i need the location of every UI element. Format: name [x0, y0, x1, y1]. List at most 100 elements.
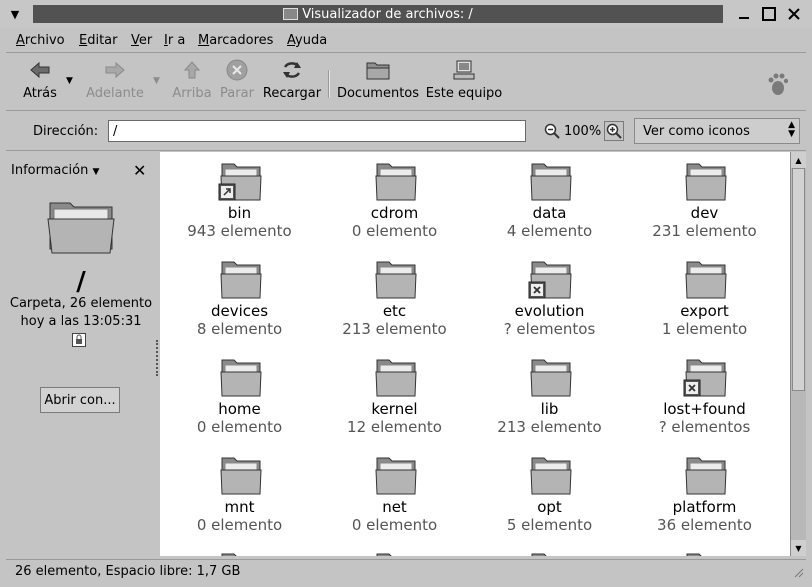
- file-item-count: 1 elemento: [661, 320, 748, 338]
- reload-button[interactable]: Recargar: [260, 54, 324, 110]
- zoom-in-button[interactable]: [604, 121, 624, 141]
- folder-icon: [374, 359, 417, 397]
- zoom-out-icon[interactable]: [544, 123, 560, 139]
- documents-folder-icon: [366, 62, 390, 80]
- folder-icon: [529, 457, 572, 495]
- file-item[interactable]: lost+found? elementos: [627, 356, 782, 436]
- file-item-count: 5 elemento: [506, 516, 593, 534]
- file-item-count: 0 elemento: [196, 516, 283, 534]
- file-item[interactable]: cdrom 0 elemento: [317, 160, 472, 240]
- folder-icon: [283, 8, 299, 20]
- location-bar: Dirección: / 100% Ver como iconos ▲ ▼: [6, 112, 806, 151]
- file-item[interactable]: data 4 elemento: [472, 160, 627, 240]
- view-mode-select[interactable]: Ver como iconos ▲ ▼: [634, 118, 800, 144]
- file-item[interactable]: mnt 0 elemento: [162, 454, 317, 534]
- file-item-count: 213 elemento: [497, 418, 602, 436]
- file-item-count: 0 elemento: [351, 222, 438, 240]
- folder-icon: [374, 163, 417, 201]
- window-title-strip[interactable]: Visualizador de archivos: /: [33, 5, 723, 23]
- zoom-in-icon: [606, 123, 622, 139]
- file-item[interactable]: dev 231 elemento: [627, 160, 782, 240]
- folder-icon: [374, 457, 417, 495]
- selected-folder-name: /: [76, 267, 86, 297]
- window-title: Visualizador de archivos: /: [302, 6, 473, 22]
- back-button[interactable]: Atrás: [18, 54, 62, 110]
- folder-icon: [219, 261, 262, 299]
- zoom-level[interactable]: 100%: [564, 124, 601, 139]
- stop-button[interactable]: Parar: [216, 54, 258, 110]
- open-with-button[interactable]: Abrir con...: [40, 387, 120, 413]
- toolbar: Atrás ▼ Adelante ▼ Arriba Parar Recargar…: [6, 54, 806, 111]
- scroll-up-icon[interactable]: ▲: [791, 152, 806, 168]
- large-folder-icon: [47, 202, 115, 254]
- gnome-foot-icon: [768, 73, 788, 95]
- folder-info-date: hoy a las 13:05:31: [20, 314, 142, 329]
- location-label: Dirección:: [33, 124, 99, 139]
- file-item[interactable]: devices 8 elemento: [162, 258, 317, 338]
- scroll-down-icon[interactable]: ▼: [791, 540, 806, 556]
- file-item-name: opt: [537, 498, 562, 516]
- vertical-scrollbar[interactable]: ▲ ▼: [790, 152, 806, 556]
- minimize-button[interactable]: [734, 4, 754, 24]
- folder-icon: [221, 553, 237, 556]
- file-item[interactable]: net 0 elemento: [317, 454, 472, 534]
- folder-icon: [684, 163, 727, 201]
- file-item[interactable]: platform 36 elemento: [627, 454, 782, 534]
- file-item[interactable]: evolution? elementos: [472, 258, 627, 338]
- icon-view[interactable]: bin 943 elemento cdrom 0 elemento data 4 elem…: [160, 152, 790, 556]
- maximize-button[interactable]: [759, 4, 779, 24]
- back-history-dropdown[interactable]: ▼: [66, 76, 73, 86]
- computer-button[interactable]: Este equipo: [424, 54, 504, 110]
- close-window-button[interactable]: [784, 4, 804, 24]
- folder-icon: [531, 553, 547, 556]
- menu-ver[interactable]: Ver: [131, 33, 152, 48]
- resize-grip-icon[interactable]: [792, 566, 804, 578]
- window-menu-button[interactable]: ▼: [4, 4, 26, 24]
- up-button[interactable]: Arriba: [170, 54, 214, 110]
- folder-icon: [529, 163, 572, 201]
- file-item-count: 231 elemento: [652, 222, 757, 240]
- forward-arrow-icon: [105, 61, 125, 79]
- side-pane-selector[interactable]: Información ▼: [11, 163, 99, 178]
- file-item-name: mnt: [224, 498, 255, 516]
- side-pane-close-icon[interactable]: ✕: [133, 161, 146, 180]
- folder-icon: [686, 553, 702, 556]
- file-item[interactable]: bin 943 elemento: [162, 160, 317, 240]
- stop-icon: [226, 59, 248, 81]
- menu-editar[interactable]: Editar: [79, 33, 118, 48]
- menu-ayuda[interactable]: Ayuda: [287, 33, 327, 48]
- location-input[interactable]: /: [108, 120, 526, 142]
- side-pane: Información ▼ ✕ / Carpeta, 26 elemento h…: [6, 152, 156, 556]
- folder-icon: [684, 457, 727, 495]
- documents-button[interactable]: Documentos: [336, 54, 420, 110]
- folder-icon: [219, 359, 262, 397]
- file-item[interactable]: kernel 12 elemento: [317, 356, 472, 436]
- forward-history-dropdown[interactable]: ▼: [153, 76, 160, 86]
- forward-button[interactable]: Adelante: [84, 54, 146, 110]
- toolbar-separator: [328, 70, 330, 98]
- file-item-partial[interactable]: [162, 550, 317, 556]
- file-item-count: 943 elemento: [187, 222, 292, 240]
- file-item[interactable]: opt 5 elemento: [472, 454, 627, 534]
- file-item-name: net: [382, 498, 407, 516]
- close-icon: [788, 8, 800, 20]
- file-item[interactable]: lib 213 elemento: [472, 356, 627, 436]
- maximize-icon: [762, 7, 776, 21]
- file-item-partial[interactable]: [317, 550, 472, 556]
- title-bar: ▼ Visualizador de archivos: /: [0, 0, 812, 28]
- file-item-partial[interactable]: [472, 550, 627, 556]
- menu-archivo[interactable]: Archivo: [16, 33, 65, 48]
- file-item[interactable]: etc 213 elemento: [317, 258, 472, 338]
- scrollbar-thumb[interactable]: [792, 168, 805, 391]
- computer-icon: [453, 60, 475, 80]
- file-item-name: bin: [227, 204, 252, 222]
- updown-arrows-icon: ▲ ▼: [788, 120, 795, 139]
- menu-ir-a[interactable]: Ir a: [164, 33, 185, 48]
- folder-icon: [374, 261, 417, 299]
- file-item-count: ? elementos: [503, 320, 596, 338]
- file-item-name: devices: [210, 302, 269, 320]
- file-item[interactable]: export 1 elemento: [627, 258, 782, 338]
- file-item-partial[interactable]: [627, 550, 782, 556]
- menu-marcadores[interactable]: Marcadores: [198, 33, 273, 48]
- file-item[interactable]: home 0 elemento: [162, 356, 317, 436]
